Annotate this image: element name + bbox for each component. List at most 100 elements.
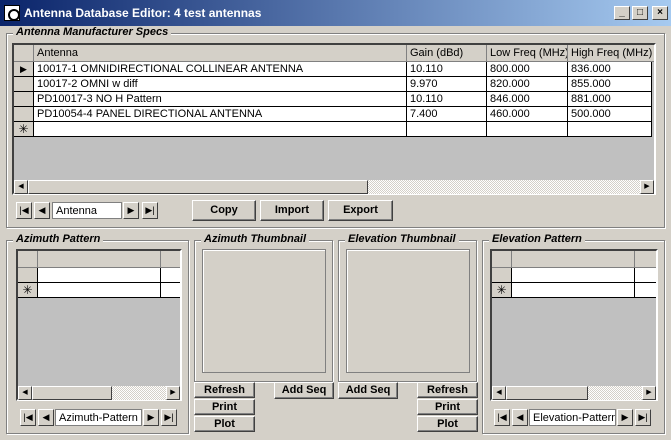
- azimuth-plot-button[interactable]: Plot: [194, 416, 255, 432]
- azimuth-new-cell[interactable]: [161, 283, 180, 298]
- maximize-button[interactable]: □: [632, 6, 648, 20]
- azimuth-nav-field[interactable]: Azimuth-Pattern: [55, 409, 142, 426]
- elevation-thumbnail-label: Elevation Thumbnail: [345, 233, 459, 245]
- cell-antenna[interactable]: 10017-1 OMNIDIRECTIONAL COLLINEAR ANTENN…: [34, 62, 407, 77]
- scroll-thumb[interactable]: [506, 386, 588, 400]
- first-record-icon[interactable]: |◀: [494, 409, 510, 426]
- cell-gain[interactable]: 7.400: [407, 107, 487, 122]
- elevation-refresh-button[interactable]: Refresh: [417, 382, 478, 398]
- azimuth-new-cell[interactable]: [38, 283, 161, 298]
- new-row-asterisk-icon[interactable]: ✳: [492, 283, 512, 298]
- prev-record-icon[interactable]: ◀: [38, 409, 54, 426]
- azimuth-refresh-button[interactable]: Refresh: [194, 382, 255, 398]
- col-header-antenna[interactable]: Antenna: [34, 45, 407, 62]
- scroll-thumb[interactable]: [28, 180, 368, 194]
- scroll-left-arrow-icon[interactable]: ◀: [18, 386, 32, 400]
- export-button[interactable]: Export: [328, 200, 393, 221]
- cell-high-freq[interactable]: 855.000: [568, 77, 652, 92]
- first-record-icon[interactable]: |◀: [20, 409, 36, 426]
- specs-header-row: Antenna Gain (dBd) Low Freq (MHz) High F…: [14, 45, 654, 62]
- azimuth-cell[interactable]: [38, 268, 161, 283]
- azimuth-header-row: [18, 251, 180, 268]
- azimuth-col-header[interactable]: [38, 251, 161, 268]
- cell-gain[interactable]: 9.970: [407, 77, 487, 92]
- cell-high-freq[interactable]: 500.000: [568, 107, 652, 122]
- specs-nav-field[interactable]: Antenna: [52, 202, 122, 219]
- col-header-low-freq[interactable]: Low Freq (MHz): [487, 45, 568, 62]
- elevation-nav-field[interactable]: Elevation-Pattern: [529, 409, 616, 426]
- next-record-icon[interactable]: ▶: [617, 409, 633, 426]
- new-cell-gain[interactable]: [407, 122, 487, 137]
- elevation-cell[interactable]: [512, 268, 635, 283]
- window-title: Antenna Database Editor: 4 test antennas: [24, 6, 262, 20]
- elevation-add-seq-button[interactable]: Add Seq: [338, 382, 398, 399]
- new-cell-low-freq[interactable]: [487, 122, 568, 137]
- azimuth-add-seq-button[interactable]: Add Seq: [274, 382, 334, 399]
- prev-record-icon[interactable]: ◀: [512, 409, 528, 426]
- specs-grid: Antenna Gain (dBd) Low Freq (MHz) High F…: [12, 43, 656, 195]
- specs-hscrollbar[interactable]: ◀ ▶: [14, 180, 654, 194]
- elevation-new-cell[interactable]: [635, 283, 656, 298]
- azimuth-thumbnail-label: Azimuth Thumbnail: [201, 233, 310, 245]
- elevation-cell[interactable]: [635, 268, 656, 283]
- specs-group-label: Antenna Manufacturer Specs: [13, 26, 172, 38]
- cell-low-freq[interactable]: 460.000: [487, 107, 568, 122]
- title-bar: Antenna Database Editor: 4 test antennas…: [0, 0, 671, 26]
- elevation-hscrollbar[interactable]: ◀ ▶: [492, 386, 656, 400]
- cell-high-freq[interactable]: 881.000: [568, 92, 652, 107]
- next-record-icon[interactable]: ▶: [143, 409, 159, 426]
- row-selector[interactable]: [18, 268, 38, 283]
- scroll-right-arrow-icon[interactable]: ▶: [642, 386, 656, 400]
- azimuth-cell[interactable]: [161, 268, 180, 283]
- cell-low-freq[interactable]: 800.000: [487, 62, 568, 77]
- azimuth-grid: ✳: [16, 249, 182, 401]
- row-selector[interactable]: [14, 77, 34, 92]
- last-record-icon[interactable]: ▶|: [635, 409, 651, 426]
- elevation-print-button[interactable]: Print: [417, 399, 478, 415]
- last-record-icon[interactable]: ▶|: [161, 409, 177, 426]
- elevation-grid: ✳: [490, 249, 658, 401]
- scroll-right-arrow-icon[interactable]: ▶: [166, 386, 180, 400]
- cell-antenna[interactable]: PD10054-4 PANEL DIRECTIONAL ANTENNA: [34, 107, 407, 122]
- cell-antenna[interactable]: 10017-2 OMNI w diff: [34, 77, 407, 92]
- new-row-asterisk-icon[interactable]: ✳: [14, 122, 34, 137]
- elevation-col-header[interactable]: [512, 251, 635, 268]
- close-button[interactable]: ×: [652, 6, 668, 20]
- row-selector[interactable]: [14, 92, 34, 107]
- minimize-button[interactable]: _: [614, 6, 630, 20]
- import-button[interactable]: Import: [260, 200, 324, 221]
- new-row-asterisk-icon[interactable]: ✳: [18, 283, 38, 298]
- first-record-icon[interactable]: |◀: [16, 202, 32, 219]
- cell-high-freq[interactable]: 836.000: [568, 62, 652, 77]
- azimuth-group-label: Azimuth Pattern: [13, 233, 104, 245]
- scroll-left-arrow-icon[interactable]: ◀: [492, 386, 506, 400]
- azimuth-col-header[interactable]: [161, 251, 180, 268]
- next-record-icon[interactable]: ▶: [123, 202, 139, 219]
- col-header-gain[interactable]: Gain (dBd): [407, 45, 487, 62]
- cell-low-freq[interactable]: 846.000: [487, 92, 568, 107]
- azimuth-header-corner: [18, 251, 38, 268]
- current-row-indicator-icon[interactable]: ▶: [14, 62, 34, 77]
- row-selector[interactable]: [14, 107, 34, 122]
- col-header-high-freq[interactable]: High Freq (MHz): [568, 45, 654, 62]
- new-cell-antenna[interactable]: [34, 122, 407, 137]
- azimuth-hscrollbar[interactable]: ◀ ▶: [18, 386, 180, 400]
- scroll-thumb[interactable]: [32, 386, 112, 400]
- scroll-right-arrow-icon[interactable]: ▶: [640, 180, 654, 194]
- cell-antenna[interactable]: PD10017-3 NO H Pattern: [34, 92, 407, 107]
- cell-gain[interactable]: 10.110: [407, 62, 487, 77]
- scroll-left-arrow-icon[interactable]: ◀: [14, 180, 28, 194]
- azimuth-print-button[interactable]: Print: [194, 399, 255, 415]
- row-selector[interactable]: [492, 268, 512, 283]
- new-cell-high-freq[interactable]: [568, 122, 652, 137]
- cell-low-freq[interactable]: 820.000: [487, 77, 568, 92]
- elevation-col-header[interactable]: [635, 251, 656, 268]
- last-record-icon[interactable]: ▶|: [142, 202, 158, 219]
- prev-record-icon[interactable]: ◀: [34, 202, 50, 219]
- elevation-new-cell[interactable]: [512, 283, 635, 298]
- elevation-thumbnail-image: [346, 249, 470, 373]
- elevation-plot-button[interactable]: Plot: [417, 416, 478, 432]
- azimuth-thumbnail-image: [202, 249, 326, 373]
- copy-button[interactable]: Copy: [192, 200, 256, 221]
- cell-gain[interactable]: 10.110: [407, 92, 487, 107]
